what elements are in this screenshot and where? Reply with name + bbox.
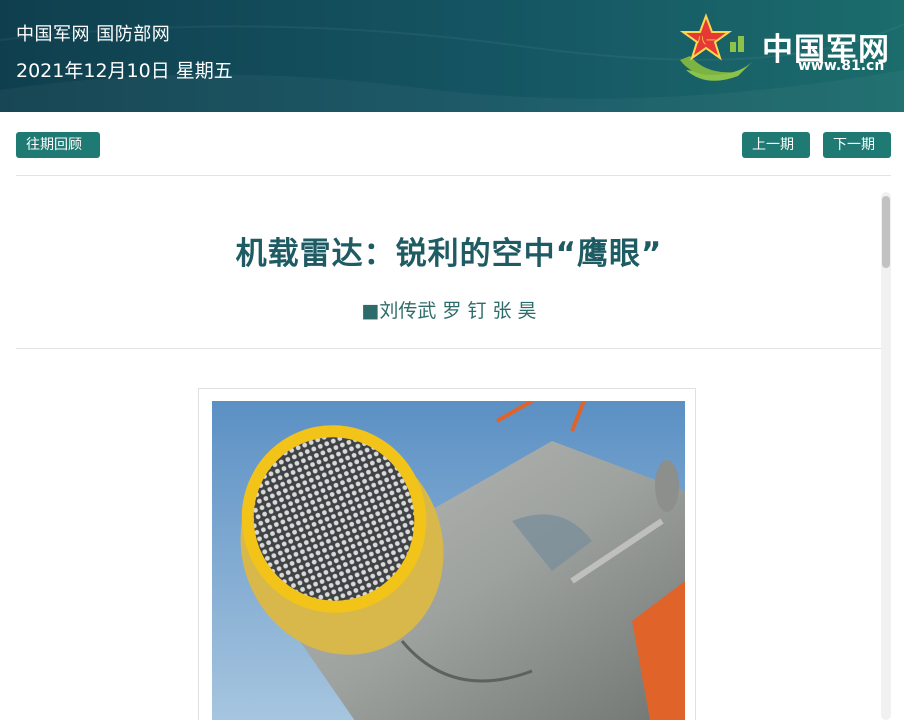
army-emblem-icon: 八一	[679, 13, 752, 81]
article-author: ■刘传武 罗 钉 张 昊	[361, 300, 537, 322]
toolbar-divider	[16, 175, 891, 176]
site-logo[interactable]: 八一 中国军网 www.81.cn	[676, 12, 896, 88]
svg-text:八一: 八一	[696, 36, 716, 47]
aircraft-radar-photo	[212, 401, 685, 720]
archive-button[interactable]: 往期回顾	[16, 132, 100, 158]
previous-issue-button[interactable]: 上一期	[742, 132, 810, 158]
issue-date: 2021年12月10日 星期五	[16, 60, 233, 82]
logo-url: www.81.cn	[798, 58, 885, 74]
article-figure	[198, 388, 696, 720]
title-divider	[16, 348, 882, 349]
next-issue-button[interactable]: 下一期	[823, 132, 891, 158]
article-content[interactable]: 机载雷达：锐利的空中“鹰眼” ■刘传武 罗 钉 张 昊	[16, 192, 882, 720]
article-title: 机载雷达：锐利的空中“鹰眼”	[235, 236, 663, 272]
site-name: 中国军网 国防部网	[16, 24, 171, 45]
scrollbar-thumb[interactable]	[882, 196, 890, 268]
site-header: 中国军网 国防部网 2021年12月10日 星期五 八一 中国军网 www.81…	[0, 0, 904, 112]
content-scrollbar[interactable]	[881, 192, 891, 720]
